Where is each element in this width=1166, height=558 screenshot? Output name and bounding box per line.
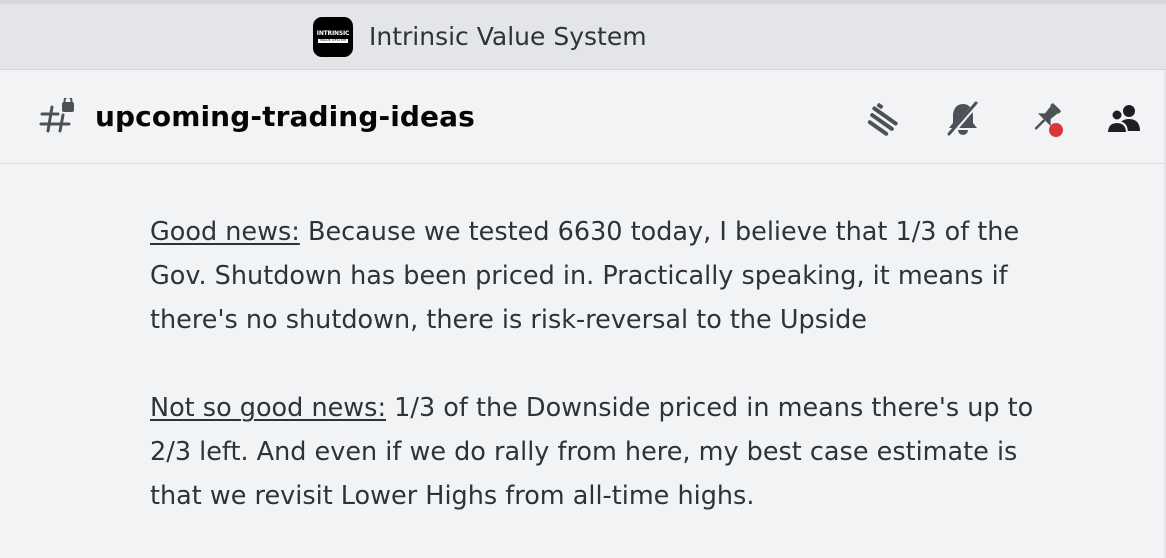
message-line: that we revisit Lower Highs from all-tim… xyxy=(150,481,755,511)
message-line: there's no shutdown, there is risk-rever… xyxy=(150,305,867,335)
members-icon[interactable] xyxy=(1103,98,1145,140)
server-name: Intrinsic Value System xyxy=(369,22,647,51)
bell-muted-icon[interactable] xyxy=(942,98,984,140)
channel-name: upcoming-trading-ideas xyxy=(95,100,475,133)
threads-icon[interactable] xyxy=(862,98,904,140)
message-line: Gov. Shutdown has been priced in. Practi… xyxy=(150,261,1008,291)
title-bar: INTRINSIC VALUE SYSTEM Intrinsic Value S… xyxy=(0,0,1166,69)
message-line: Good news: Because we tested 6630 today,… xyxy=(150,210,1110,254)
message-content: Good news: Because we tested 6630 today,… xyxy=(150,210,1110,518)
server-logo-text: INTRINSIC xyxy=(316,30,350,38)
message-line: 2/3 left. And even if we do rally from h… xyxy=(150,437,1018,467)
message-text: 1/3 of the Downside priced in means ther… xyxy=(386,393,1034,423)
server-logo[interactable]: INTRINSIC VALUE SYSTEM xyxy=(313,17,353,57)
message-text: Because we tested 6630 today, I believe … xyxy=(299,217,1020,247)
hash-lock-icon xyxy=(38,96,78,138)
pin-badge xyxy=(1049,123,1063,137)
message-line: Not so good news: 1/3 of the Downside pr… xyxy=(150,386,1110,430)
server-logo-subtext: VALUE SYSTEM xyxy=(317,38,349,43)
app-window: INTRINSIC VALUE SYSTEM Intrinsic Value S… xyxy=(0,0,1166,558)
pin-icon[interactable] xyxy=(1024,98,1066,140)
not-so-good-news-label: Not so good news: xyxy=(150,393,387,423)
good-news-label: Good news: xyxy=(150,217,300,247)
